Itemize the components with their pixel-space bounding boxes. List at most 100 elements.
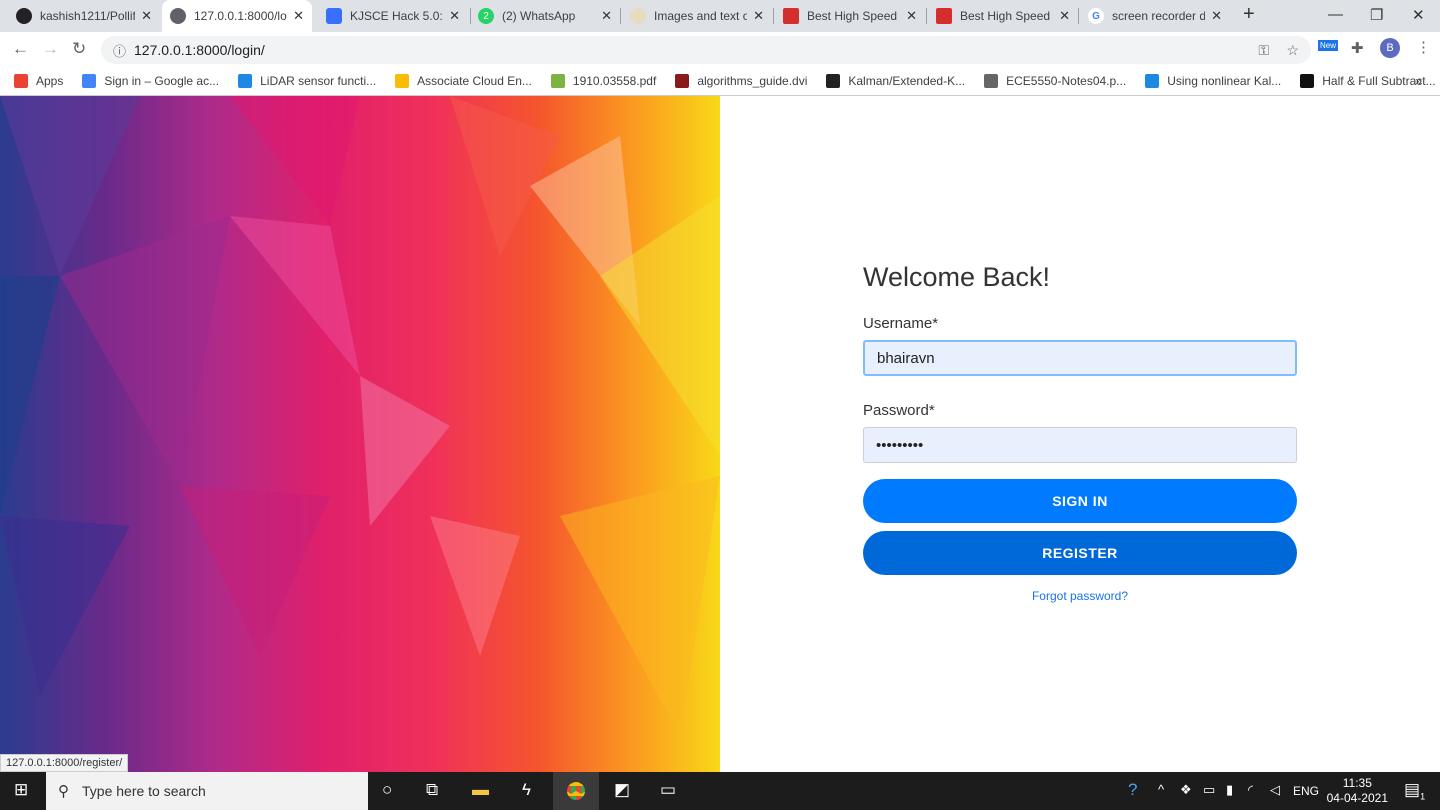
menu-icon[interactable]: ⋮ <box>1416 38 1431 56</box>
app-badge-icon[interactable]: ◩ <box>614 780 630 800</box>
time: 11:35 <box>1342 776 1372 790</box>
app-icon[interactable]: ϟ <box>522 780 531 800</box>
tab-best-high-speed-1[interactable]: Best High Speed & ✕ <box>775 0 925 32</box>
bookmark-item[interactable]: Sign in – Google ac... <box>82 73 220 88</box>
hero-image <box>0 96 720 772</box>
notifications-icon[interactable]: ▤1 <box>1404 780 1425 801</box>
page-title: Welcome Back! <box>863 262 1051 292</box>
browser-toolbar: ← → ↻ ⓘ 127.0.0.1:8000/login/ ⚿ ☆ New ✚ B… <box>0 32 1440 66</box>
polygon-art <box>0 96 720 736</box>
tab-best-high-speed-2[interactable]: Best High Speed & ✕ <box>928 0 1078 32</box>
close-icon[interactable]: ✕ <box>906 8 917 24</box>
windows-start-icon[interactable]: ⊞ <box>14 780 28 800</box>
register-button[interactable]: REGISTER <box>863 531 1297 575</box>
tab-images[interactable]: Images and text ov ✕ <box>622 0 772 32</box>
battery-icon[interactable]: ▭ <box>1203 782 1215 798</box>
search-placeholder: Type here to search <box>82 783 206 799</box>
password-input[interactable]: ••••••••• <box>863 427 1297 463</box>
dropbox-icon[interactable]: ❖ <box>1180 782 1192 798</box>
bookmark-icon <box>395 73 410 88</box>
close-window-button[interactable]: ✕ <box>1412 6 1425 24</box>
chrome-taskbar-button[interactable] <box>553 772 599 810</box>
bookmark-item[interactable]: Associate Cloud En... <box>395 73 532 88</box>
search-icon: ⚲ <box>58 783 69 800</box>
url-text[interactable]: 127.0.0.1:8000/login/ <box>134 42 265 58</box>
bookmark-item[interactable]: algorithms_guide.dvi <box>675 73 808 88</box>
bookmark-icon <box>550 73 565 88</box>
new-tab-button[interactable]: + <box>1243 3 1255 26</box>
bookmarks-bar: Apps Sign in – Google ac... LiDAR sensor f… <box>0 66 1440 96</box>
terminal-icon[interactable]: ▭ <box>660 780 676 800</box>
tab-title: kashish1211/Pollify <box>40 9 136 23</box>
login-form: Welcome Back! Username* bhairavn Passwor… <box>863 262 1297 603</box>
username-input[interactable]: bhairavn <box>863 340 1297 376</box>
tab-screen-recorder[interactable]: Gscreen recorder do ✕ <box>1080 0 1230 32</box>
tab-pollify[interactable]: kashish1211/Pollify ✕ <box>8 0 160 32</box>
chevron-up-icon[interactable]: ^ <box>1158 782 1164 797</box>
clock[interactable]: 11:35 04-04-2021 <box>1327 776 1388 806</box>
bookmark-label: Apps <box>36 73 64 88</box>
forgot-password-link[interactable]: Forgot password? <box>863 589 1297 603</box>
star-icon[interactable]: ☆ <box>1286 42 1299 59</box>
tab-kjsce[interactable]: KJSCE Hack 5.0: Da ✕ <box>318 0 468 32</box>
close-icon[interactable]: ✕ <box>1059 8 1070 24</box>
bookmark-icon <box>1300 73 1315 88</box>
cortana-icon[interactable]: ○ <box>382 780 392 800</box>
bookmark-label: Associate Cloud En... <box>417 73 532 88</box>
bookmark-item[interactable]: LiDAR sensor functi... <box>238 73 377 88</box>
bookmark-label: Sign in – Google ac... <box>104 73 220 88</box>
forward-icon[interactable]: → <box>42 39 59 59</box>
bookmark-label: algorithms_guide.dvi <box>697 73 808 88</box>
devfolio-icon <box>326 8 342 24</box>
close-icon[interactable]: ✕ <box>601 8 612 24</box>
reload-icon[interactable]: ↻ <box>72 39 86 59</box>
more-bookmarks-icon[interactable]: » <box>1415 74 1422 88</box>
tab-login[interactable]: 127.0.0.1:8000/login/ ✕ <box>162 0 312 32</box>
bookmark-item[interactable]: Apps <box>14 73 64 88</box>
bookmark-icon <box>238 73 253 88</box>
bookmark-icon <box>675 73 690 88</box>
close-icon[interactable]: ✕ <box>141 8 152 24</box>
bookmark-label: Using nonlinear Kal... <box>1167 73 1282 88</box>
microphone-icon[interactable]: ▮ <box>1226 782 1233 798</box>
task-view-icon[interactable]: ⧉ <box>426 780 438 800</box>
taskbar-search[interactable]: ⚲ Type here to search <box>46 772 368 810</box>
whatsapp-icon: 2 <box>478 8 494 24</box>
avatar[interactable]: B <box>1380 38 1400 58</box>
tab-whatsapp[interactable]: 2 (2) WhatsApp ✕ <box>470 0 620 32</box>
address-bar[interactable]: ⓘ 127.0.0.1:8000/login/ ⚿ ☆ <box>101 36 1311 64</box>
tab-title: KJSCE Hack 5.0: Da <box>350 9 443 23</box>
close-icon[interactable]: ✕ <box>1211 8 1222 24</box>
wifi-icon[interactable]: ◜ <box>1248 782 1253 798</box>
key-icon[interactable]: ⚿ <box>1258 42 1269 59</box>
puzzle-icon[interactable]: ✚ <box>1351 39 1364 57</box>
bookmark-item[interactable]: Using nonlinear Kal... <box>1145 73 1282 88</box>
chrome-icon <box>567 782 585 800</box>
status-bar-url: 127.0.0.1:8000/register/ <box>0 754 129 772</box>
github-icon <box>16 8 32 24</box>
close-icon[interactable]: ✕ <box>449 8 460 24</box>
sign-in-button[interactable]: SIGN IN <box>863 479 1297 523</box>
minimize-button[interactable]: — <box>1328 6 1343 23</box>
file-explorer-icon[interactable]: ▬ <box>472 780 489 800</box>
restore-button[interactable]: ❐ <box>1370 6 1383 24</box>
bookmark-item[interactable]: Kalman/Extended-K... <box>826 73 965 88</box>
bookmark-item[interactable]: ECE5550-Notes04.p... <box>984 73 1127 88</box>
tab-title: 127.0.0.1:8000/login/ <box>194 9 287 23</box>
close-icon[interactable]: ✕ <box>753 8 764 24</box>
bookmark-label: ECE5550-Notes04.p... <box>1006 73 1127 88</box>
bookmark-icon <box>82 73 97 88</box>
close-icon[interactable]: ✕ <box>293 8 304 24</box>
notification-count: 1 <box>1420 791 1426 802</box>
extension-icon[interactable]: New <box>1318 40 1339 51</box>
bookmark-label: LiDAR sensor functi... <box>260 73 377 88</box>
bookmark-label: 1910.03558.pdf <box>572 73 657 88</box>
volume-icon[interactable]: ◁ <box>1270 782 1280 798</box>
tab-title: Best High Speed & <box>807 9 901 23</box>
bookmark-icon <box>1145 73 1160 88</box>
globe-icon <box>170 8 186 24</box>
language-indicator[interactable]: ENG <box>1293 784 1319 798</box>
help-icon[interactable]: ? <box>1128 780 1137 800</box>
bookmark-item[interactable]: 1910.03558.pdf <box>550 73 657 88</box>
back-icon[interactable]: ← <box>12 39 29 59</box>
